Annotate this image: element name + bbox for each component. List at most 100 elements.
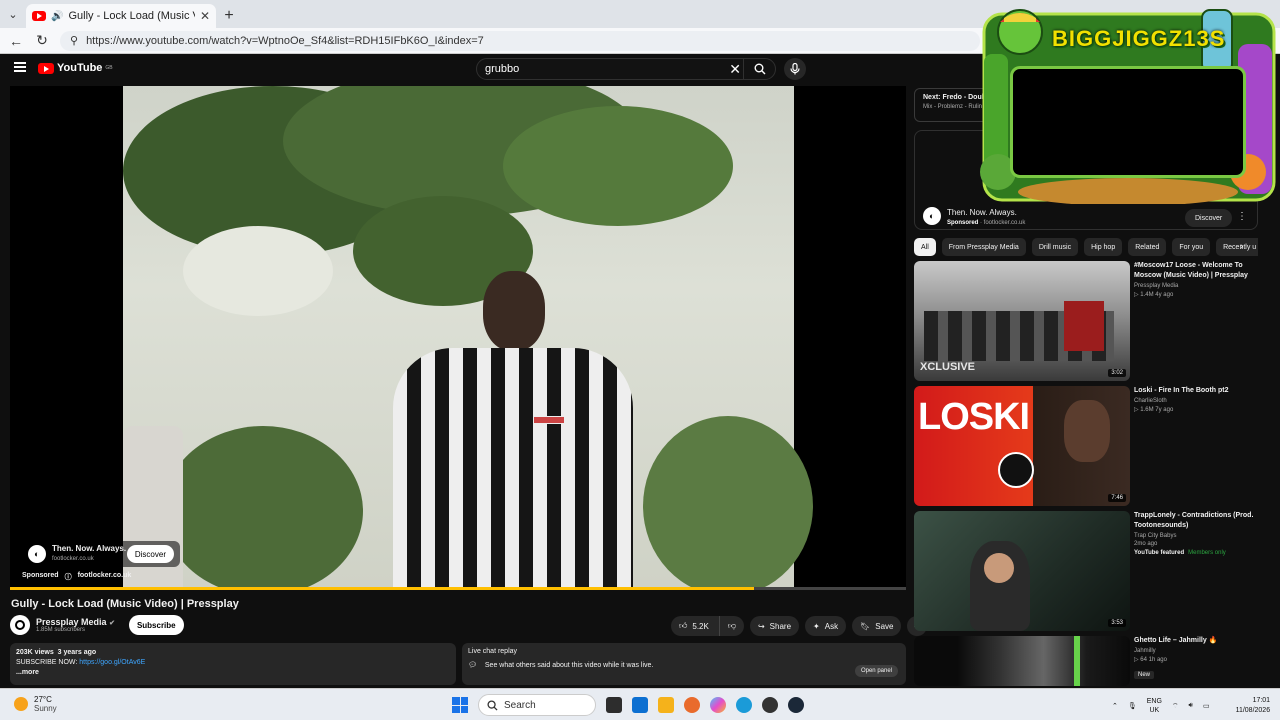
- video-duration: 3:53: [1108, 619, 1126, 627]
- rec-stats: ▷ 64 1h ago: [1134, 657, 1167, 663]
- chip-from-pressplay[interactable]: From Pressplay Media: [941, 238, 1026, 256]
- footlocker-logo-icon: ◐: [923, 207, 941, 225]
- store-icon[interactable]: [632, 697, 648, 713]
- url-field[interactable]: ⚲ https://www.youtube.com/watch?v=WptnoO…: [60, 30, 980, 51]
- url-text: https://www.youtube.com/watch?v=WptnoOe_…: [86, 34, 484, 47]
- video-thumbnail[interactable]: LOSKI 7:46: [914, 386, 1130, 506]
- clear-search-icon[interactable]: ✕: [729, 61, 741, 78]
- chat-title: Live chat replay: [468, 648, 518, 655]
- rec-channel[interactable]: Jahmilly: [1134, 648, 1258, 654]
- tab-list-chevron-icon[interactable]: ⌄: [0, 0, 26, 28]
- like-button[interactable]: 👍︎ 5.2K: [671, 616, 719, 636]
- task-view-icon[interactable]: [606, 697, 622, 713]
- chevron-right-icon[interactable]: ›: [1240, 241, 1243, 252]
- battery-icon[interactable]: ▭: [1203, 702, 1210, 710]
- chevron-up-icon[interactable]: ⌃: [1112, 702, 1118, 710]
- chip-recently[interactable]: Recently u: [1216, 238, 1258, 256]
- sidebar-ad-sub: Sponsored · footlocker.co.uk: [947, 220, 1025, 226]
- verified-icon: ✔: [109, 620, 115, 627]
- rec-title[interactable]: TrappLonely - Contradictions (Prod. Toot…: [1134, 511, 1258, 531]
- microphone-icon: [790, 63, 800, 75]
- browser-tab[interactable]: 🔊 Gully - Lock Load (Music Vide ✕: [26, 4, 216, 28]
- taskbar-search-input[interactable]: Search: [478, 694, 596, 716]
- subscribe-button[interactable]: Subscribe: [128, 615, 184, 635]
- clock[interactable]: 17:01 11/08/2026: [1236, 696, 1271, 716]
- app-icon[interactable]: [762, 697, 778, 713]
- description-link[interactable]: https://goo.gl/OtAv6E: [79, 659, 145, 666]
- new-tab-icon[interactable]: +: [216, 4, 242, 28]
- video-player[interactable]: ◐ Then. Now. Always. footlocker.co.uk Di…: [10, 86, 906, 590]
- video-actions: 👍︎ 5.2K 👎︎ ↪ Share ✦ Ask 🔖︎ Save ⋯: [671, 616, 928, 636]
- language-indicator[interactable]: ENG UK: [1147, 697, 1162, 715]
- chip-related[interactable]: Related: [1128, 238, 1167, 256]
- rec-channel[interactable]: CharlieSloth: [1134, 398, 1258, 404]
- rec-channel[interactable]: Pressplay Media: [1134, 283, 1258, 289]
- ad-discover-button[interactable]: Discover: [126, 545, 174, 563]
- weather-widget[interactable]: 27°C Sunny: [14, 695, 57, 713]
- tab-title: Gully - Lock Load (Music Vide: [68, 10, 194, 22]
- reload-icon[interactable]: ↻: [34, 32, 50, 49]
- open-panel-button[interactable]: Open panel: [854, 665, 898, 677]
- music-badge-icon: [998, 452, 1034, 488]
- chip-for-you[interactable]: For you: [1172, 238, 1211, 256]
- app-icon[interactable]: [684, 697, 700, 713]
- edge-browser-icon[interactable]: [736, 697, 752, 713]
- sidebar-ad-domain: · footlocker.co.uk: [980, 220, 1026, 226]
- chip-all[interactable]: All: [914, 238, 936, 256]
- rec-title[interactable]: #Moscow17 Loose - Welcome To Moscow (Mus…: [1134, 261, 1258, 281]
- logo-text: YouTube: [57, 62, 103, 74]
- file-explorer-icon[interactable]: [658, 697, 674, 713]
- chip-drill-music[interactable]: Drill music: [1031, 238, 1079, 256]
- save-button[interactable]: 🔖︎ Save: [852, 616, 902, 636]
- copilot-icon[interactable]: [710, 697, 726, 713]
- list-item[interactable]: XCLUSIVE 3:02 #Moscow17 Loose - Welcome …: [914, 261, 1258, 381]
- audio-speaker-icon[interactable]: 🔊: [51, 11, 63, 22]
- show-more-link[interactable]: ...more: [16, 668, 450, 678]
- list-item[interactable]: 3:53 TrappLonely - Contradictions (Prod.…: [914, 511, 1258, 631]
- info-icon[interactable]: ⓘ: [65, 572, 72, 582]
- chip-hip-hop[interactable]: Hip hop: [1084, 238, 1123, 256]
- volume-icon[interactable]: 🔊︎: [1189, 702, 1193, 710]
- sidebar-ad-discover-button[interactable]: Discover: [1185, 209, 1233, 227]
- description-box[interactable]: 203K views 3 years ago SUBSCRIBE NOW: ht…: [10, 643, 456, 685]
- close-tab-icon[interactable]: ✕: [200, 9, 210, 23]
- clock-date: 11/08/2026: [1235, 707, 1271, 714]
- more-vert-icon[interactable]: ⋮: [1237, 211, 1247, 222]
- search-button[interactable]: [743, 59, 775, 79]
- video-thumbnail[interactable]: XCLUSIVE 3:02: [914, 261, 1130, 381]
- voice-search-button[interactable]: [784, 58, 806, 80]
- site-info-icon[interactable]: ⚲: [70, 34, 78, 47]
- menu-icon[interactable]: [14, 62, 26, 72]
- dislike-button[interactable]: 👎︎: [718, 616, 744, 636]
- search-input[interactable]: grubbo ✕: [476, 58, 776, 80]
- channel-name[interactable]: Pressplay Media ✔: [36, 617, 115, 627]
- progress-bar[interactable]: [10, 587, 906, 590]
- footlocker-logo-icon: ◐: [28, 545, 46, 563]
- list-item[interactable]: Ghetto Life – Jahmilly 🔥 Jahmilly ▷ 64 1…: [914, 636, 1258, 686]
- sidebar-ad-sponsored: Sponsored: [947, 220, 979, 226]
- wifi-icon[interactable]: ⌔: [1172, 702, 1179, 711]
- sponsored-domain[interactable]: footlocker.co.uk: [78, 572, 132, 582]
- list-item[interactable]: LOSKI 7:46 Loski - Fire In The Booth pt2…: [914, 386, 1258, 506]
- desc-prefix: SUBSCRIBE NOW:: [16, 659, 78, 666]
- rec-title[interactable]: Ghetto Life – Jahmilly 🔥: [1134, 636, 1258, 646]
- steam-icon[interactable]: [788, 697, 804, 713]
- youtube-logo[interactable]: YouTube GB: [38, 62, 113, 74]
- rec-channel[interactable]: Trap City Babys: [1134, 533, 1258, 539]
- thumb-text: XCLUSIVE: [920, 361, 976, 373]
- video-duration: 7:46: [1108, 494, 1126, 502]
- share-button[interactable]: ↪ Share: [749, 616, 800, 636]
- video-thumbnail[interactable]: 3:53: [914, 511, 1130, 631]
- rec-title[interactable]: Loski - Fire In The Booth pt2: [1134, 386, 1258, 396]
- shirt-badge: [533, 416, 565, 424]
- windows-start-icon[interactable]: [452, 697, 468, 713]
- video-thumbnail[interactable]: [914, 636, 1130, 686]
- back-arrow-icon[interactable]: ←: [8, 33, 24, 49]
- share-label: Share: [769, 621, 792, 631]
- view-count: 203K views: [16, 649, 54, 656]
- player-ad-overlay[interactable]: ◐ Then. Now. Always. footlocker.co.uk Di…: [24, 541, 180, 567]
- channel-avatar[interactable]: [10, 615, 30, 635]
- microphone-icon[interactable]: 🎙︎: [1128, 702, 1137, 710]
- ask-button[interactable]: ✦ Ask: [805, 616, 847, 636]
- rec-stats: ▷ 1.6M 7y ago: [1134, 407, 1174, 413]
